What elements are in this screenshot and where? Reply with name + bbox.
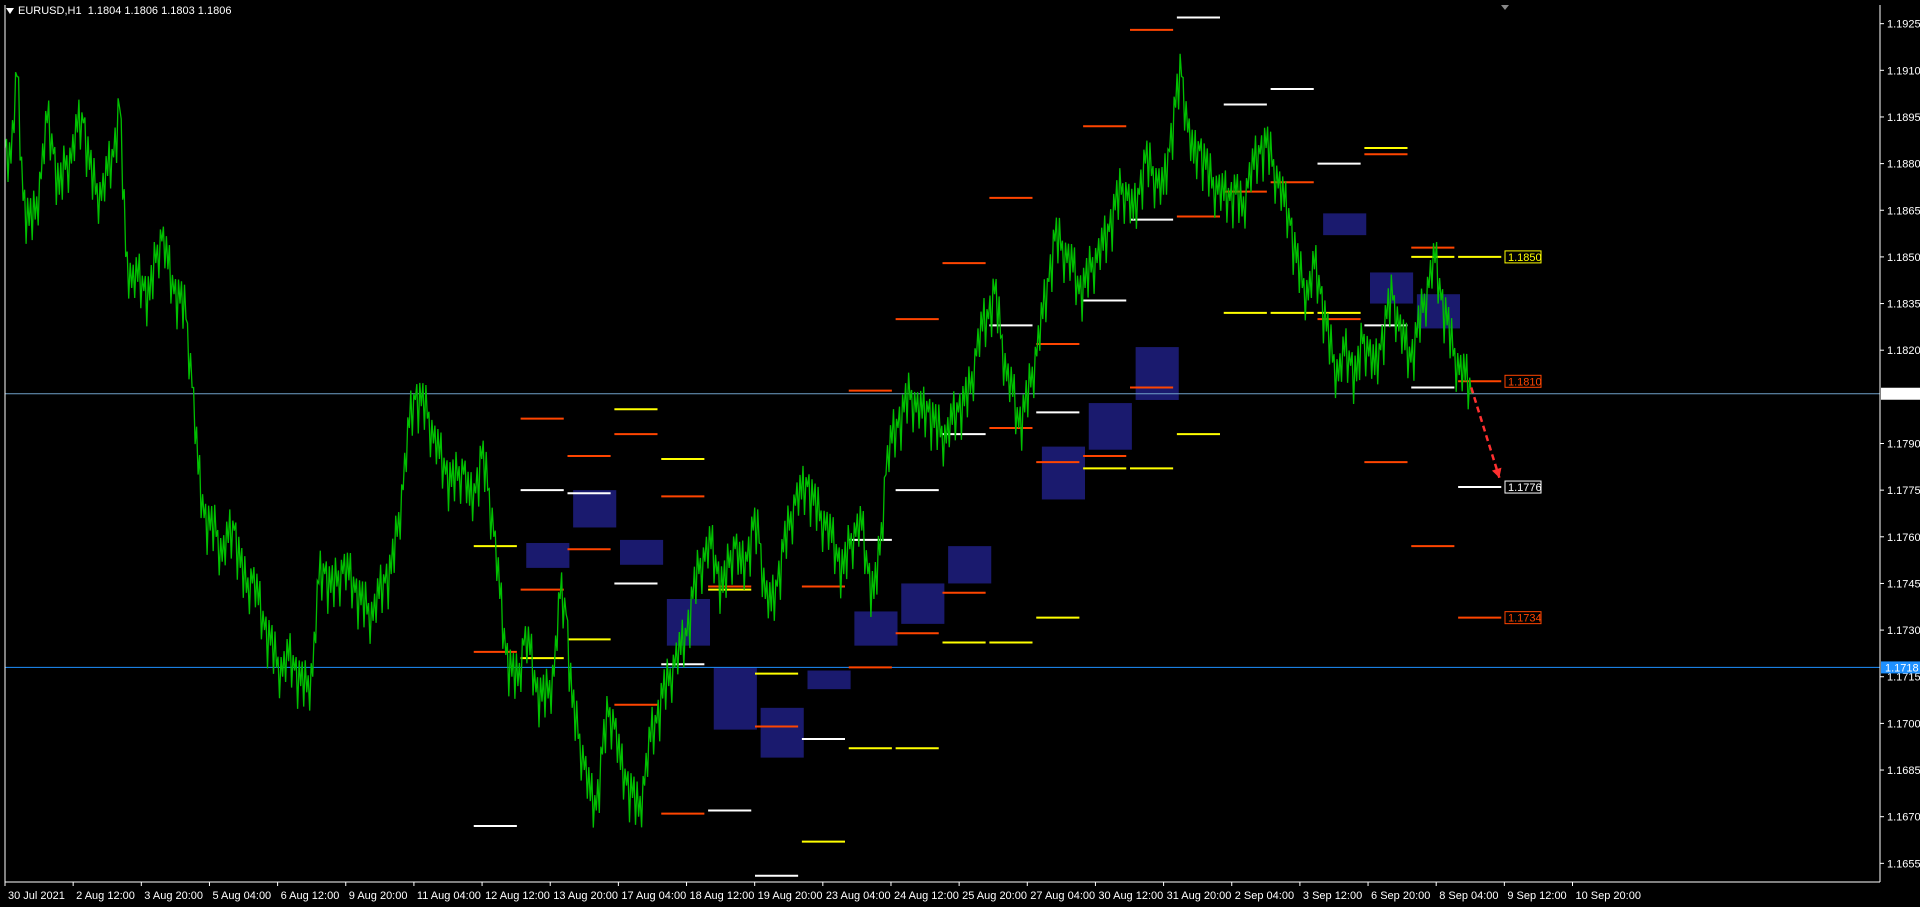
x-tick-label: 11 Aug 04:00 — [417, 890, 481, 902]
x-tick-label: 30 Aug 12:00 — [1098, 890, 1163, 902]
y-tick-label: 1.1910 — [1887, 65, 1920, 77]
y-tick-label: 1.1670 — [1887, 812, 1920, 824]
zone-box — [1088, 403, 1132, 450]
level-lines — [473, 16, 1502, 877]
x-tick-label: 3 Sep 12:00 — [1303, 890, 1362, 902]
x-tick-label: 6 Aug 12:00 — [281, 890, 340, 902]
zone-box — [854, 611, 898, 646]
zone-box — [1323, 213, 1367, 236]
zone-box — [760, 707, 804, 758]
x-tick-label: 5 Aug 04:00 — [212, 890, 271, 902]
y-tick-label: 1.1730 — [1887, 625, 1920, 637]
x-tick-label: 3 Aug 20:00 — [144, 890, 203, 902]
y-tick-label: 1.1790 — [1887, 439, 1920, 451]
y-tick-label: 1.1700 — [1887, 718, 1920, 730]
y-tick-label: 1.1865 — [1887, 205, 1920, 217]
current-price-tick-label: 1.1806 — [1885, 389, 1919, 401]
x-tick-label: 9 Aug 20:00 — [349, 890, 408, 902]
x-tick-label: 31 Aug 20:00 — [1167, 890, 1232, 902]
zone-box — [713, 667, 757, 730]
price-tag-label: 1.1810 — [1508, 376, 1542, 388]
blue-level-tick-label: 1.1718 — [1885, 662, 1919, 674]
x-tick-label: 19 Aug 20:00 — [758, 890, 823, 902]
price-tag-label: 1.1850 — [1508, 252, 1542, 264]
price-chart[interactable]: 1.1850 1.1810 1.1776 1.1734 1.1925 1.1910 1.1… — [0, 0, 1920, 907]
chart-shift-marker-icon[interactable] — [1501, 5, 1509, 10]
zone-box — [1041, 446, 1085, 500]
y-tick-label: 1.1850 — [1887, 252, 1920, 264]
x-tick-label: 9 Sep 12:00 — [1507, 890, 1566, 902]
y-tick-label: 1.1925 — [1887, 19, 1920, 31]
x-tick-label: 18 Aug 12:00 — [690, 890, 755, 902]
x-tick-label: 25 Aug 20:00 — [962, 890, 1027, 902]
chart-window[interactable]: EURUSD,H1 1.1804 1.1806 1.1803 1.1806 1.… — [0, 0, 1920, 907]
x-tick-label: 13 Aug 20:00 — [553, 890, 618, 902]
zone-box — [573, 490, 617, 528]
y-tick-label: 1.1745 — [1887, 578, 1920, 590]
y-tick-label: 1.1760 — [1887, 532, 1920, 544]
y-tick-label: 1.1655 — [1887, 858, 1920, 870]
zone-box — [526, 543, 570, 568]
x-tick-label: 17 Aug 04:00 — [621, 890, 686, 902]
y-tick-label: 1.1835 — [1887, 299, 1920, 311]
y-tick-label: 1.1880 — [1887, 159, 1920, 171]
x-tick-label: 6 Sep 20:00 — [1371, 890, 1430, 902]
y-tick-label: 1.1895 — [1887, 112, 1920, 124]
x-tick-label: 10 Sep 20:00 — [1576, 890, 1641, 902]
price-tags: 1.1850 1.1810 1.1776 1.1734 — [1504, 250, 1542, 625]
y-tick-label: 1.1685 — [1887, 765, 1920, 777]
x-tick-label: 8 Sep 04:00 — [1439, 890, 1498, 902]
x-tick-label: 2 Aug 12:00 — [76, 890, 135, 902]
zone-box — [807, 670, 851, 690]
y-tick-label: 1.1775 — [1887, 485, 1920, 497]
x-tick-label: 12 Aug 12:00 — [485, 890, 550, 902]
projection-arrow-line — [1470, 387, 1501, 479]
y-tick-label: 1.1820 — [1887, 345, 1920, 357]
price-tag-label: 1.1776 — [1508, 482, 1542, 494]
price-tag-label: 1.1734 — [1508, 613, 1542, 625]
x-tick-label: 24 Aug 12:00 — [894, 890, 959, 902]
x-tick-label: 27 Aug 04:00 — [1030, 890, 1095, 902]
zone-box — [1135, 347, 1179, 400]
zone-box — [948, 546, 992, 584]
x-tick-label: 2 Sep 04:00 — [1235, 890, 1294, 902]
axes: 1.19251.19101.18951.18801.18651.18501.18… — [4, 5, 1920, 902]
zone-box — [620, 539, 664, 565]
x-tick-label: 30 Jul 2021 — [8, 890, 65, 902]
x-tick-label: 23 Aug 04:00 — [826, 890, 891, 902]
projection-arrow — [1470, 387, 1502, 479]
zone-box — [901, 583, 945, 624]
